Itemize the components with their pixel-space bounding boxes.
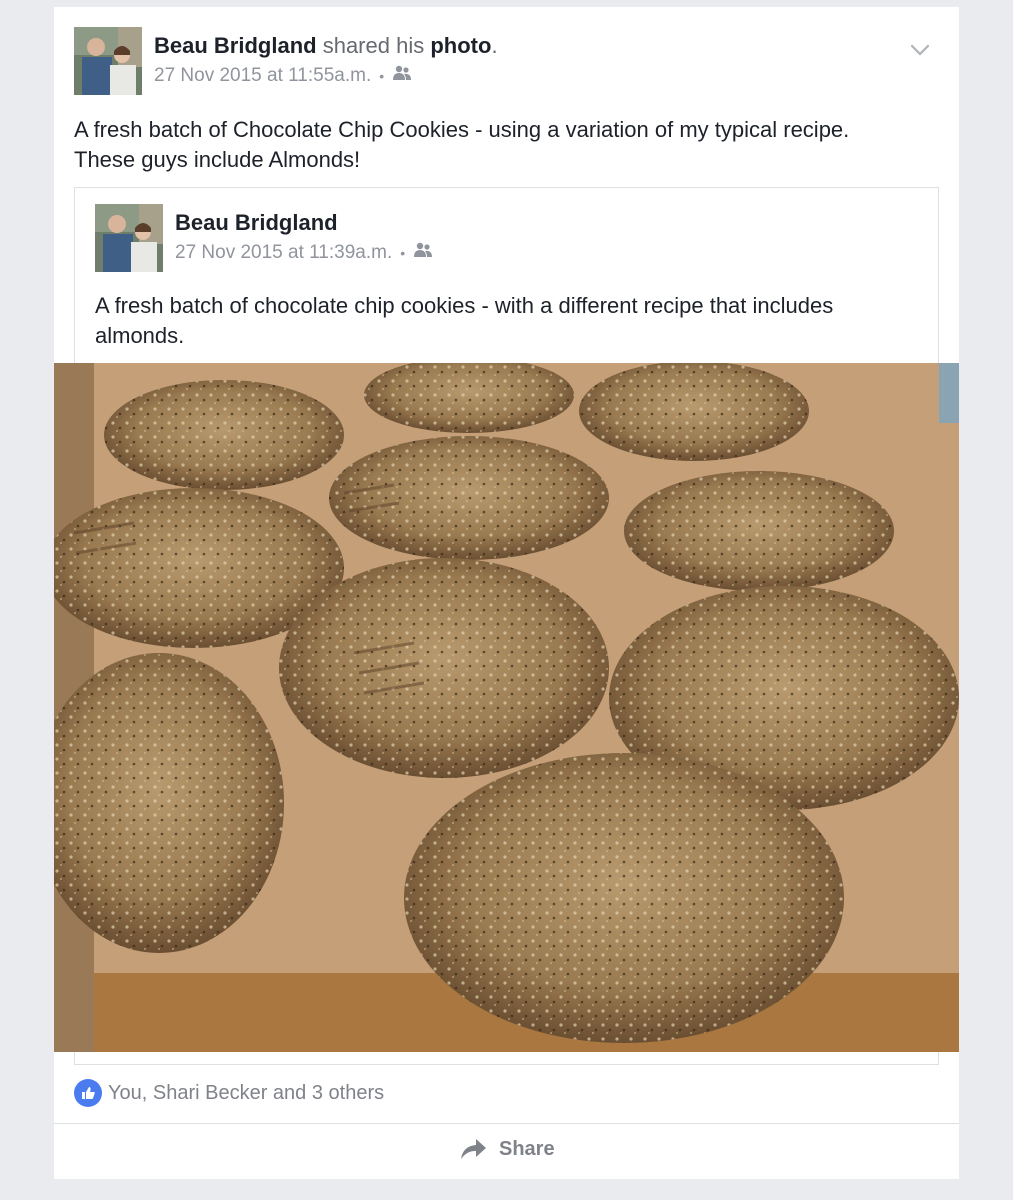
cookie xyxy=(104,380,344,490)
friends-icon[interactable] xyxy=(392,65,412,87)
post-text-line: A fresh batch of chocolate chip cookies … xyxy=(95,293,834,318)
cookies-photo[interactable] xyxy=(54,363,959,1052)
reactions-summary[interactable]: You, Shari Becker and 3 others xyxy=(74,1079,384,1107)
action-text: shared his xyxy=(322,33,425,58)
chevron-down-icon[interactable] xyxy=(905,35,935,65)
header-line: Beau Bridgland shared his photo. xyxy=(154,33,498,59)
post-text-line: These guys include Almonds! xyxy=(74,147,361,172)
post-timestamp[interactable]: 27 Nov 2015 at 11:55a.m. xyxy=(154,65,371,87)
shared-header-line: Beau Bridgland xyxy=(175,210,338,236)
friends-icon[interactable] xyxy=(413,242,433,264)
author-name[interactable]: Beau Bridgland xyxy=(154,33,317,58)
action-suffix: . xyxy=(491,33,498,58)
post-card: Beau Bridgland shared his photo. 27 Nov … xyxy=(54,7,959,1179)
post-text-line: almonds. xyxy=(95,323,185,348)
reactions-text: You, Shari Becker and 3 others xyxy=(108,1081,385,1104)
shared-post-timestamp[interactable]: 27 Nov 2015 at 11:39a.m. xyxy=(175,242,392,264)
like-icon xyxy=(74,1079,102,1107)
post-text: A fresh batch of Chocolate Chip Cookies … xyxy=(74,115,934,175)
meta-separator: • xyxy=(379,68,385,84)
share-arrow-icon xyxy=(461,1139,486,1159)
post-text-line: A fresh batch of Chocolate Chip Cookies … xyxy=(74,117,850,142)
shared-post-meta: 27 Nov 2015 at 11:39a.m. • xyxy=(175,242,433,264)
share-label: Share xyxy=(499,1137,555,1160)
post-header: Beau Bridgland shared his photo. 27 Nov … xyxy=(74,27,939,97)
post-meta: 27 Nov 2015 at 11:55a.m. • xyxy=(154,65,412,87)
shared-post-text: A fresh batch of chocolate chip cookies … xyxy=(95,291,915,351)
actions-divider xyxy=(54,1123,959,1124)
shared-author-name[interactable]: Beau Bridgland xyxy=(175,210,338,235)
photo-link[interactable]: photo xyxy=(430,33,491,58)
meta-separator: • xyxy=(400,245,406,261)
shared-author-avatar[interactable] xyxy=(95,204,163,272)
share-button[interactable]: Share xyxy=(459,1137,555,1161)
author-avatar[interactable] xyxy=(74,27,142,95)
